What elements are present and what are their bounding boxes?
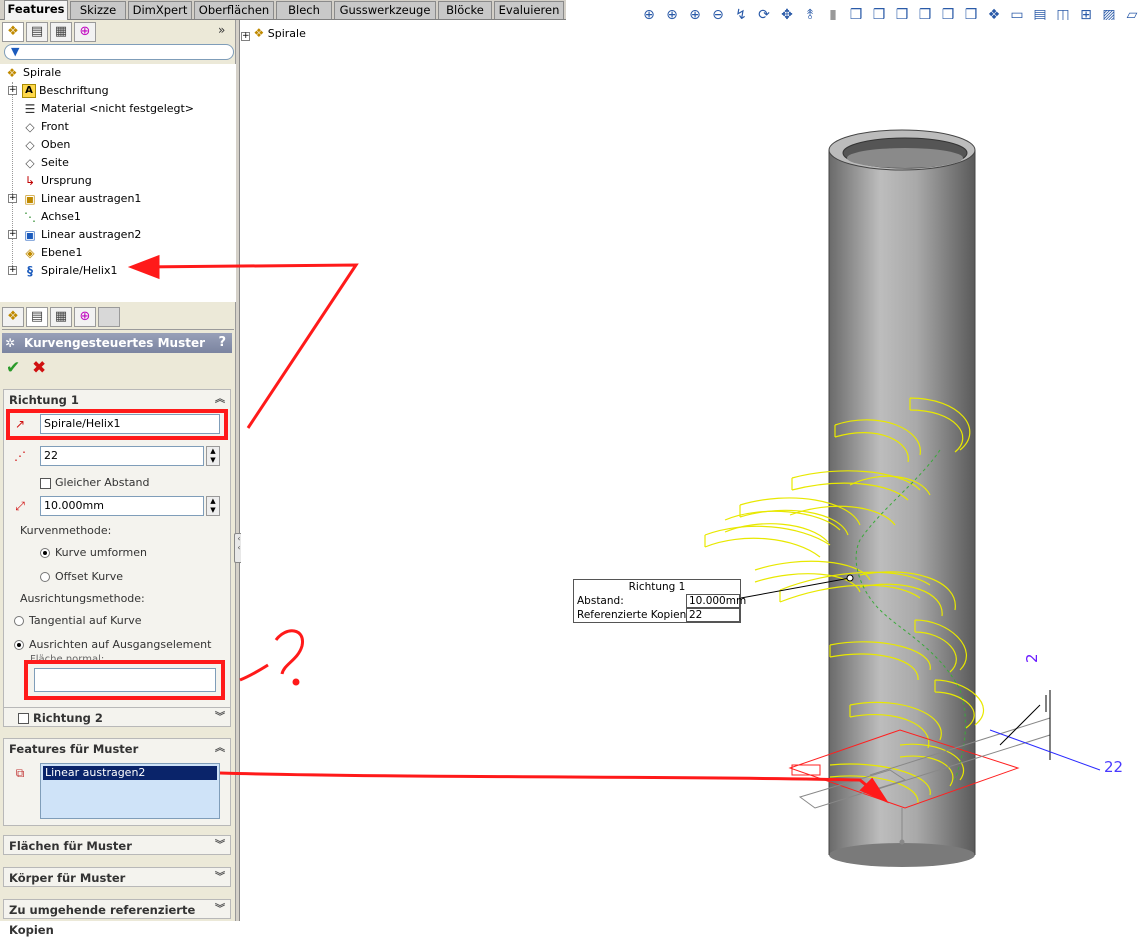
- dimension-vertical-value[interactable]: 2: [1023, 653, 1041, 663]
- callout-copies-label: Referenzierte Kopien:: [577, 609, 690, 621]
- model-graphics: 2 22: [127, 129, 1123, 867]
- dimension-horizontal-value[interactable]: 22: [1104, 758, 1123, 776]
- callout-distance-label: Abstand:: [577, 595, 624, 607]
- callout-distance-value[interactable]: 10.000mm: [686, 594, 746, 608]
- dimension-lines: [989, 690, 1101, 771]
- callout-copies-value[interactable]: 22: [686, 608, 740, 622]
- highlight-face-normal-field: [24, 660, 225, 700]
- callout-anchor[interactable]: [846, 574, 854, 582]
- callout-title: Richtung 1: [628, 581, 686, 593]
- red-annotations: [127, 254, 889, 804]
- highlight-curve-field: [6, 409, 228, 440]
- richtung-callout[interactable]: Richtung 1 Abstand: 10.000mm Referenzier…: [573, 579, 746, 623]
